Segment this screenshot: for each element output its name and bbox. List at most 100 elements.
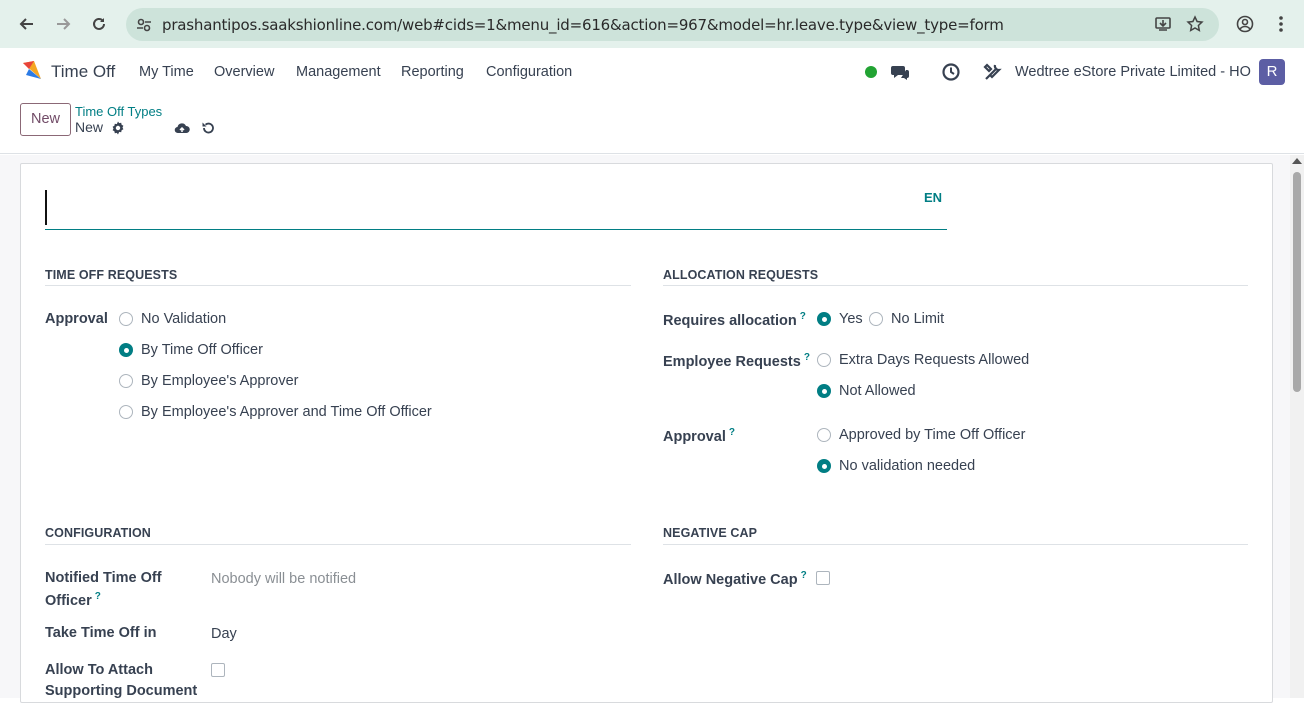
company-switcher[interactable]: Wedtree eStore Private Limited - HO: [1015, 64, 1251, 80]
messages-icon[interactable]: [890, 62, 910, 82]
language-button[interactable]: EN: [924, 190, 942, 205]
back-icon[interactable]: [16, 13, 38, 35]
gear-icon[interactable]: [110, 120, 126, 136]
menu-my-time[interactable]: My Time: [139, 64, 194, 80]
help-tooltip-icon[interactable]: ?: [95, 591, 101, 602]
approval-label: Approval: [45, 311, 108, 327]
discard-undo-icon[interactable]: [200, 120, 216, 136]
debug-tools-icon[interactable]: [983, 62, 1003, 82]
label-text: Officer: [45, 592, 92, 609]
attach-document-label-line1: Allow To Attach: [45, 662, 153, 678]
notified-officer-label-line2: Officer?: [45, 591, 101, 609]
take-time-off-select[interactable]: Day: [211, 626, 237, 642]
section-title-configuration: CONFIGURATION: [45, 526, 151, 540]
site-info-icon[interactable]: [136, 17, 152, 33]
save-cloud-icon[interactable]: [174, 120, 190, 136]
radio-label: No Limit: [891, 311, 945, 327]
allow-negative-cap-label: Allow Negative Cap?: [663, 570, 807, 588]
activities-clock-icon[interactable]: [941, 62, 961, 82]
radio-button[interactable]: [119, 405, 133, 419]
browser-menu-icon[interactable]: [1271, 14, 1291, 34]
radio-label: Extra Days Requests Allowed: [839, 352, 1030, 368]
url-text: prashantipos.saakshionline.com/web#cids=…: [162, 16, 1004, 34]
radio-button-selected[interactable]: [817, 312, 831, 326]
take-time-off-label: Take Time Off in: [45, 625, 157, 641]
install-app-icon[interactable]: [1153, 14, 1173, 34]
time-off-app-icon[interactable]: [20, 59, 44, 83]
radio-no-validation[interactable]: No Validation: [119, 311, 226, 327]
radio-button[interactable]: [817, 353, 831, 367]
attach-document-checkbox[interactable]: [211, 663, 225, 677]
name-field[interactable]: [45, 187, 947, 230]
new-button[interactable]: New: [20, 103, 71, 136]
section-title-allocation-requests: ALLOCATION REQUESTS: [663, 268, 819, 282]
browser-toolbar: prashantipos.saakshionline.com/web#cids=…: [0, 0, 1304, 48]
bookmark-star-icon[interactable]: [1185, 14, 1205, 34]
requires-allocation-label: Requires allocation?: [663, 311, 806, 329]
radio-approved-by-officer[interactable]: Approved by Time Off Officer: [817, 427, 1025, 443]
label-text: Approval: [663, 428, 726, 445]
radio-label: By Employee's Approver and Time Off Offi…: [141, 404, 432, 420]
address-bar[interactable]: prashantipos.saakshionline.com/web#cids=…: [126, 8, 1219, 41]
menu-reporting[interactable]: Reporting: [401, 64, 464, 80]
scrollbar-thumb[interactable]: [1293, 172, 1301, 392]
radio-label: No Validation: [141, 311, 227, 327]
radio-label: By Time Off Officer: [141, 342, 263, 358]
section-divider: [663, 544, 1248, 545]
radio-label: Not Allowed: [839, 383, 916, 399]
section-title-time-off-requests: TIME OFF REQUESTS: [45, 268, 178, 282]
record-name: New: [75, 119, 104, 135]
radio-button[interactable]: [869, 312, 883, 326]
text-cursor: [45, 190, 47, 225]
radio-label: Yes: [839, 311, 863, 327]
label-text: Employee Requests: [663, 353, 801, 370]
radio-by-time-off-officer[interactable]: By Time Off Officer: [119, 342, 263, 358]
radio-extra-days-allowed[interactable]: Extra Days Requests Allowed: [817, 352, 1029, 368]
help-tooltip-icon[interactable]: ?: [801, 570, 807, 581]
help-tooltip-icon[interactable]: ?: [800, 311, 806, 322]
radio-button[interactable]: [119, 374, 133, 388]
radio-requires-allocation-no-limit[interactable]: No Limit: [869, 311, 944, 327]
radio-button[interactable]: [119, 312, 133, 326]
menu-configuration[interactable]: Configuration: [486, 64, 572, 80]
radio-by-approver-and-officer[interactable]: By Employee's Approver and Time Off Offi…: [119, 404, 432, 420]
menu-overview[interactable]: Overview: [214, 64, 274, 80]
scroll-up-arrow-icon[interactable]: [1292, 158, 1302, 164]
radio-button-selected[interactable]: [817, 459, 831, 473]
user-avatar[interactable]: R: [1259, 59, 1285, 85]
help-tooltip-icon[interactable]: ?: [729, 427, 735, 438]
control-panel: New Time Off Types New: [0, 96, 1304, 154]
label-text: Requires allocation: [663, 312, 797, 329]
section-divider: [45, 285, 631, 286]
notified-officer-field[interactable]: Nobody will be notified: [211, 571, 356, 587]
attach-document-label-line2: Supporting Document: [45, 683, 198, 699]
main-navbar: Time Off My Time Overview Management Rep…: [0, 48, 1304, 123]
section-title-negative-cap: NEGATIVE CAP: [663, 526, 758, 540]
radio-by-employees-approver[interactable]: By Employee's Approver: [119, 373, 299, 389]
menu-management[interactable]: Management: [296, 64, 381, 80]
help-tooltip-icon[interactable]: ?: [804, 352, 810, 363]
radio-label: Approved by Time Off Officer: [839, 427, 1026, 443]
radio-button-selected[interactable]: [817, 384, 831, 398]
notified-officer-label-line1: Notified Time Off: [45, 570, 162, 586]
employee-requests-label: Employee Requests?: [663, 352, 810, 370]
label-text: Allow Negative Cap: [663, 571, 798, 588]
allocation-approval-label: Approval?: [663, 427, 735, 445]
profile-icon[interactable]: [1235, 14, 1255, 34]
section-divider: [663, 285, 1248, 286]
radio-button-selected[interactable]: [119, 343, 133, 357]
radio-requires-allocation-yes[interactable]: Yes: [817, 311, 863, 327]
radio-not-allowed[interactable]: Not Allowed: [817, 383, 916, 399]
form-sheet: [20, 163, 1273, 703]
radio-button[interactable]: [817, 428, 831, 442]
radio-label: By Employee's Approver: [141, 373, 299, 389]
presence-status-icon: [865, 66, 877, 78]
section-divider: [45, 544, 631, 545]
reload-icon[interactable]: [88, 13, 110, 35]
app-name[interactable]: Time Off: [51, 62, 115, 82]
forward-icon[interactable]: [52, 13, 74, 35]
allow-negative-cap-checkbox[interactable]: [816, 571, 830, 585]
breadcrumb-time-off-types[interactable]: Time Off Types: [75, 104, 162, 119]
radio-label: No validation needed: [839, 458, 976, 474]
radio-no-validation-needed[interactable]: No validation needed: [817, 458, 975, 474]
